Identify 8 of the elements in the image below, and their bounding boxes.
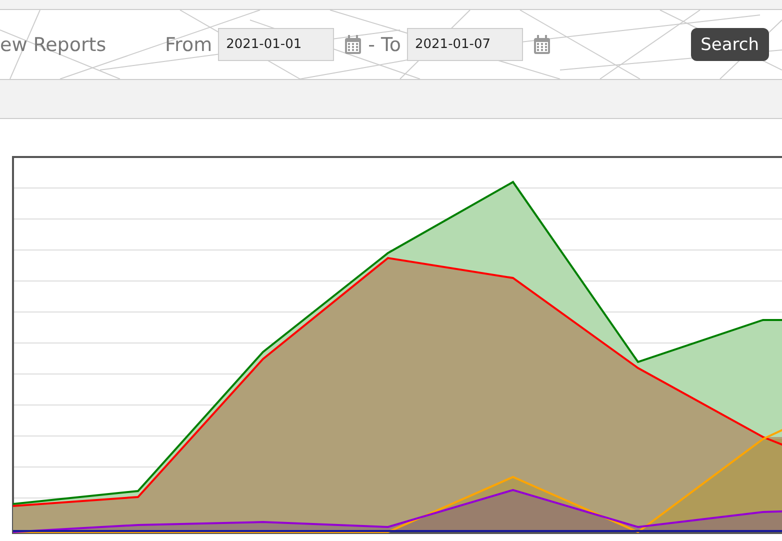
page-title: ew Reports	[0, 34, 108, 56]
to-date-field[interactable]: 2021-01-07	[406, 28, 523, 61]
calendar-icon[interactable]	[344, 34, 362, 54]
from-date-field[interactable]: 2021-01-01	[218, 28, 334, 61]
from-label: From	[165, 34, 212, 56]
calendar-icon[interactable]	[532, 34, 551, 54]
to-label: - To	[368, 34, 401, 56]
search-button[interactable]: Search	[690, 28, 769, 61]
